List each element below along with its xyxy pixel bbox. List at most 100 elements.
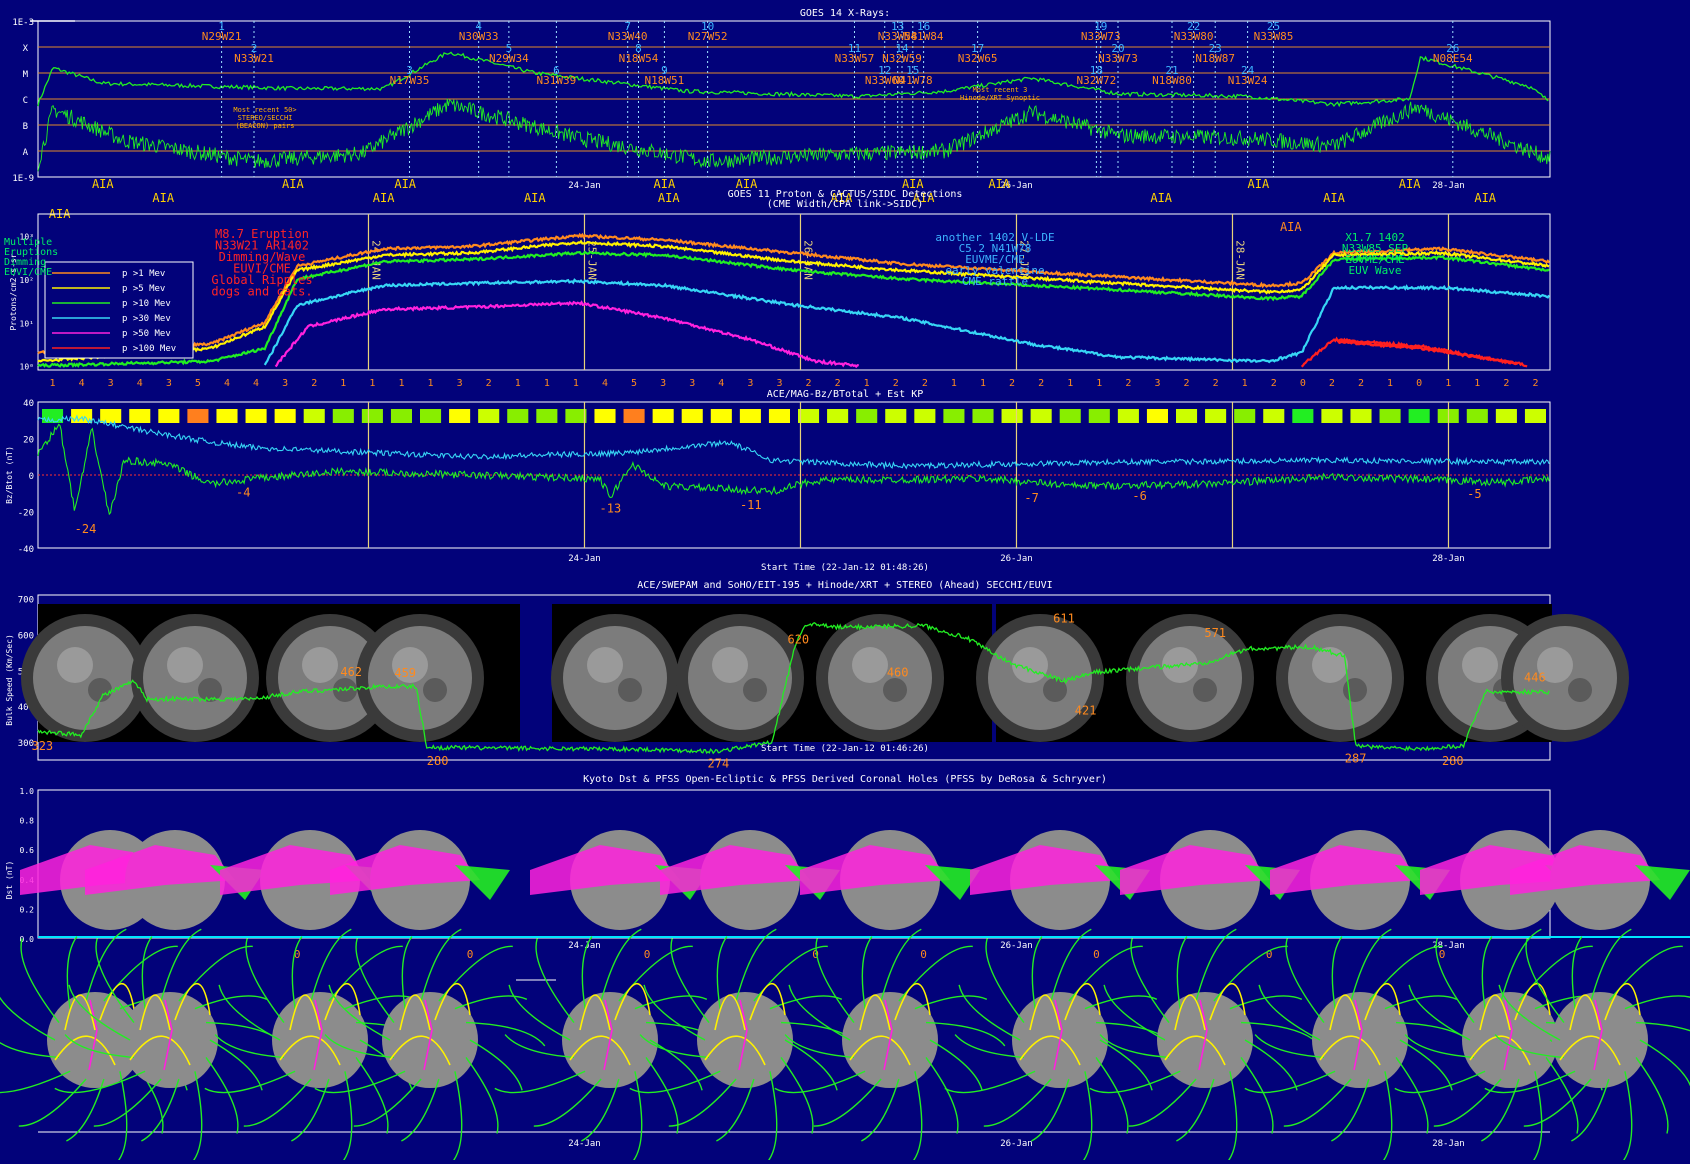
flare-location: N18W87 xyxy=(1195,52,1235,65)
kp-value: 2 xyxy=(1503,378,1509,389)
xray-y-label: 1E-9 xyxy=(12,174,34,184)
flare-location: N29W21 xyxy=(202,30,242,43)
kp-value: 1 xyxy=(515,378,521,389)
kp-box xyxy=(245,409,267,423)
kp-box xyxy=(1059,409,1081,423)
pfss-date-tick: 26-Jan xyxy=(1000,1139,1033,1149)
kp-value: 1 xyxy=(369,378,375,389)
kp-box xyxy=(478,409,500,423)
xray-date-tick: 24-Jan xyxy=(568,181,601,191)
speed-label: 611 xyxy=(1053,612,1075,626)
dst-zero-label: 0 xyxy=(1093,948,1100,961)
kp-value: 1 xyxy=(1242,378,1248,389)
speed-label: 462 xyxy=(340,665,362,679)
aia-marker: AIA xyxy=(658,191,680,205)
kp-value: 1 xyxy=(398,378,404,389)
dst-y-label: 0.6 xyxy=(20,846,35,855)
swepam-start-time: Start Time (22-Jan-12 01:46:26) xyxy=(761,744,929,754)
kp-box xyxy=(972,409,994,423)
flare-location: N32W72 xyxy=(1077,74,1117,87)
dst-date-tick: 24-Jan xyxy=(568,941,601,951)
euv-sun-region xyxy=(587,647,623,683)
kp-box xyxy=(1379,409,1401,423)
kp-box xyxy=(565,409,587,423)
kp-value: 3 xyxy=(689,378,695,389)
euv-sun-region xyxy=(1312,647,1348,683)
euv-sun-region xyxy=(712,647,748,683)
euv-sun-hole xyxy=(88,678,112,702)
kp-box xyxy=(1408,409,1430,423)
dst-zero-label: 0 xyxy=(920,948,927,961)
kp-box xyxy=(1321,409,1343,423)
legend-label: p >1 Mev xyxy=(122,269,165,279)
kp-value: 2 xyxy=(1532,378,1538,389)
euv-sun-hole xyxy=(333,678,357,702)
kp-box xyxy=(1176,409,1198,423)
dst-zero-label: 0 xyxy=(467,948,474,961)
kp-value: 2 xyxy=(806,378,812,389)
kp-box xyxy=(1001,409,1023,423)
flare-location: N18W80 xyxy=(1152,74,1192,87)
flare-location: N33W85 xyxy=(1254,30,1294,43)
kp-box xyxy=(158,409,180,423)
kp-value: 1 xyxy=(428,378,434,389)
solar-dashboard: GOES 14 X-Rays: 1E-3 X M C B A 1E-9 1 N29W21 2 N33W… xyxy=(0,0,1690,1164)
proton-series-line xyxy=(1300,336,1528,368)
kp-value: 2 xyxy=(1358,378,1364,389)
euv-sun-region xyxy=(852,647,888,683)
legend-label: p >30 Mev xyxy=(122,314,171,324)
kp-value: 2 xyxy=(311,378,317,389)
flare-location: N18W54 xyxy=(619,52,659,65)
kp-value: 1 xyxy=(1474,378,1480,389)
euv-sun-region xyxy=(57,647,93,683)
kp-value: 3 xyxy=(282,378,288,389)
mag-y-label: 0 xyxy=(29,472,34,482)
bz-line xyxy=(37,423,1550,516)
xray-y-label: M xyxy=(23,70,29,80)
kp-value: 5 xyxy=(631,378,637,389)
pfss-date-tick: 28-Jan xyxy=(1432,1139,1465,1149)
kp-box xyxy=(594,409,616,423)
kp-box xyxy=(449,409,471,423)
legend-label: p >5 Mev xyxy=(122,284,165,294)
speed-label: 323 xyxy=(31,739,53,753)
mag-date-tick: 28-Jan xyxy=(1432,554,1465,564)
mag-y-label: -40 xyxy=(18,545,34,555)
stereo-pairs-note: (BEACON) pairs xyxy=(235,122,294,130)
xray-y-label: A xyxy=(23,148,29,158)
dst-date-tick: 26-Jan xyxy=(1000,941,1033,951)
kp-box xyxy=(1088,409,1110,423)
kp-value: 1 xyxy=(340,378,346,389)
dst-y-label: 0.8 xyxy=(20,817,35,826)
bz-minimum-label: -11 xyxy=(740,498,762,512)
flare-location: N27W52 xyxy=(688,30,728,43)
kp-value: 1 xyxy=(1096,378,1102,389)
swepam-y-axis-label: Bulk Speed (Km/Sec) xyxy=(5,634,14,726)
kp-value: 2 xyxy=(1125,378,1131,389)
pfss-date-tick: 24-Jan xyxy=(568,1139,601,1149)
kp-value: 3 xyxy=(457,378,463,389)
kp-value: 0 xyxy=(1300,378,1306,389)
xray-y-label: X xyxy=(23,44,29,54)
kp-box xyxy=(1030,409,1052,423)
kp-box xyxy=(1263,409,1285,423)
flare-location: N30W33 xyxy=(459,30,499,43)
proton-subtitle: (CME Width/CPA link->SIDC) xyxy=(767,199,924,210)
proton-y-label: 10⁰ xyxy=(20,363,34,372)
kp-box xyxy=(1524,409,1546,423)
speed-label: 421 xyxy=(1075,704,1097,718)
flare-location: N33W73 xyxy=(1098,52,1138,65)
mag-title: ACE/MAG-Bz/BTotal + Est KP xyxy=(767,389,924,400)
kp-value: 4 xyxy=(253,378,259,389)
dst-y-label: 1.0 xyxy=(20,787,35,796)
xray-date-tick: 28-Jan xyxy=(1432,181,1465,191)
kp-box xyxy=(681,409,703,423)
euv-sun-hole xyxy=(423,678,447,702)
kp-box xyxy=(303,409,325,423)
kp-value: 2 xyxy=(922,378,928,389)
flare-location: N33W21 xyxy=(234,52,274,65)
proton-day-label: 25-JAN xyxy=(585,240,598,280)
bz-minimum-label: -6 xyxy=(1132,489,1146,503)
speed-label: 620 xyxy=(787,632,809,646)
kp-value: 1 xyxy=(951,378,957,389)
